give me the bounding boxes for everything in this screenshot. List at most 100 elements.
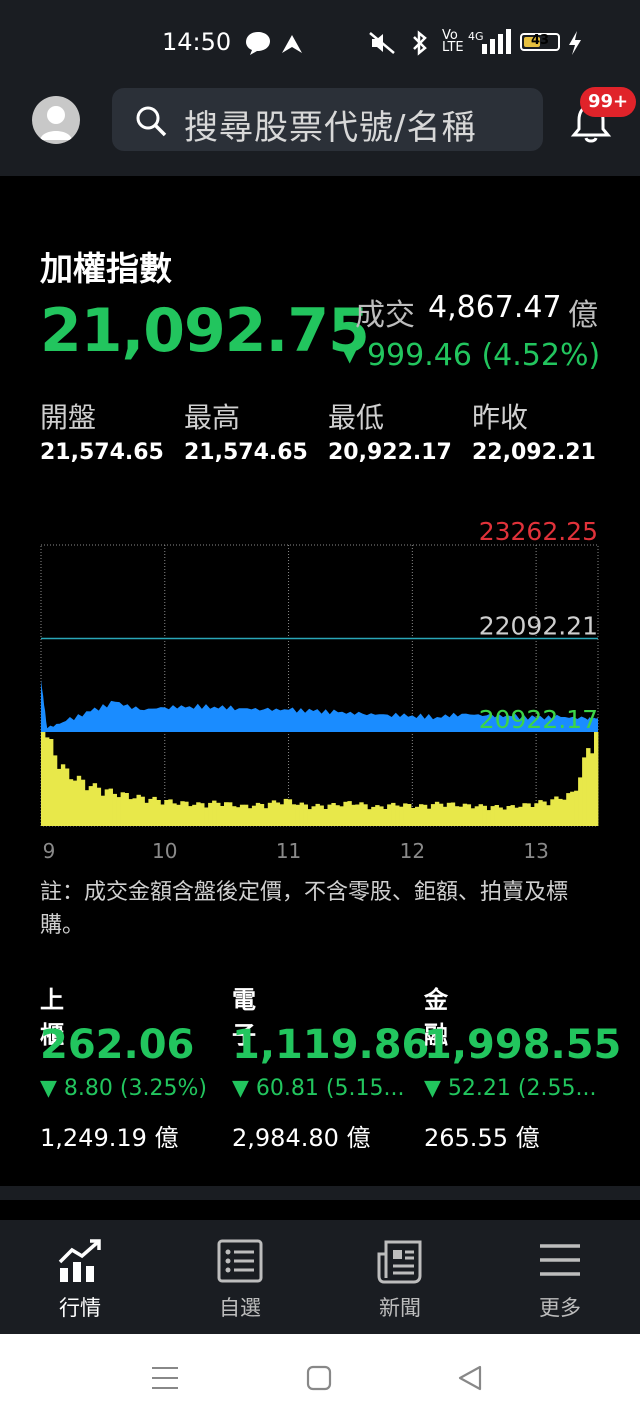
- bluetooth-icon: [413, 30, 427, 56]
- volume-bar: [347, 801, 352, 826]
- volume-note: 註：成交金額含盤後定價，不含零股、鉅額、拍賣及標購。: [40, 880, 569, 938]
- price-label-low: 20922.17: [479, 705, 598, 734]
- volume-bar: [514, 807, 519, 826]
- back-icon[interactable]: [456, 1364, 484, 1392]
- prev-close-label: 昨收: [472, 401, 529, 434]
- volume-bar: [255, 802, 261, 826]
- volume-bar: [462, 803, 468, 826]
- volume-bar: [486, 810, 491, 826]
- volume-bar: [68, 779, 74, 826]
- volume-bar: [395, 805, 400, 826]
- volume-bar: [299, 802, 304, 826]
- volume-bar: [554, 796, 559, 826]
- volume-bar: [108, 788, 113, 826]
- price-label-ref: 22092.21: [479, 612, 598, 641]
- nav-label: 行情: [59, 1296, 101, 1320]
- volume-bar: [56, 768, 62, 826]
- volume-bar: [267, 802, 273, 826]
- chat-bubble-icon: [246, 32, 270, 55]
- volume-bar: [76, 775, 82, 826]
- volume-bar: [502, 809, 507, 826]
- list-icon: [217, 1239, 263, 1283]
- sub-index-amount: 265.55 億: [424, 1124, 540, 1152]
- volume-bar: [243, 804, 249, 826]
- volume-bar: [204, 807, 209, 826]
- chart-icon: [58, 1239, 101, 1282]
- volume-bar: [259, 804, 265, 826]
- volume-bar: [438, 803, 444, 826]
- volume-bar: [291, 804, 296, 826]
- status-bar: 14:50 Vo LTE 4G 43: [0, 0, 640, 80]
- volume-bar: [168, 799, 173, 826]
- intraday-chart[interactable]: 23262.25 22092.21 20922.17 9 10 11 12 13: [0, 510, 640, 870]
- nav-tab-more[interactable]: 更多: [480, 1220, 640, 1334]
- volume-bar: [49, 739, 54, 826]
- nav-label: 更多: [539, 1296, 581, 1320]
- volume-bar: [148, 798, 153, 826]
- volume-bar: [538, 800, 543, 826]
- volume-bar: [212, 800, 217, 826]
- search-input[interactable]: 搜尋股票代號/名稱: [112, 88, 543, 151]
- volume-bar: [470, 808, 476, 826]
- volume-bar: [558, 798, 563, 826]
- volume-bar: [196, 802, 201, 826]
- volume-bar: [343, 801, 348, 826]
- volume-bar: [542, 801, 547, 826]
- app-header: 搜尋股票代號/名稱 99+: [0, 80, 640, 176]
- volume-bar: [239, 804, 245, 826]
- signal-icon: 4G: [468, 29, 511, 54]
- home-icon[interactable]: [305, 1364, 333, 1392]
- charging-icon: [569, 31, 581, 55]
- search-placeholder: 搜尋股票代號/名稱: [184, 108, 477, 148]
- nav-tab-market[interactable]: 行情: [0, 1220, 160, 1334]
- volume-bar: [319, 805, 324, 826]
- volume-bar: [399, 806, 404, 826]
- volume-bar: [96, 787, 102, 826]
- volume-bar: [383, 809, 388, 826]
- volume-bar: [235, 807, 241, 826]
- volume-bar: [506, 806, 511, 826]
- nav-tab-news[interactable]: 新聞: [320, 1220, 480, 1334]
- menu-icon: [540, 1244, 580, 1276]
- bottom-nav: 行情 自選 新聞 更多: [0, 1220, 640, 1334]
- volume-bar: [419, 804, 424, 826]
- volume-bar: [375, 805, 380, 826]
- volume-bar: [220, 806, 225, 826]
- volume-bar: [120, 792, 125, 826]
- volume-bar: [566, 793, 571, 826]
- index-change: ▼ 999.46 (4.52%): [342, 338, 600, 373]
- volume-bar: [522, 803, 527, 826]
- mute-icon: [369, 32, 395, 54]
- x-tick-label: 10: [152, 839, 177, 863]
- notification-badge: 99+: [580, 87, 637, 117]
- volume-bar: [454, 806, 460, 826]
- volume-bar: [116, 797, 121, 826]
- volume-bar: [578, 777, 583, 826]
- volume-bar: [466, 804, 472, 826]
- volume-bar: [192, 804, 197, 826]
- recent-apps-icon[interactable]: [150, 1364, 180, 1392]
- volume-bar: [403, 803, 408, 826]
- volume-bar: [490, 806, 495, 826]
- x-tick-label: 9: [43, 839, 56, 863]
- avatar[interactable]: [32, 96, 80, 144]
- volume-bar: [411, 808, 416, 826]
- volume-bar: [208, 802, 213, 826]
- open-label: 開盤: [40, 401, 97, 434]
- x-tick-label: 11: [276, 839, 301, 863]
- volume-bar: [586, 748, 591, 826]
- status-time: 14:50: [162, 28, 232, 56]
- volume-bar: [251, 805, 257, 826]
- prev-close-value: 22,092.21: [472, 440, 596, 465]
- volume-bar: [355, 804, 360, 826]
- volume-bar: [546, 805, 551, 826]
- volume-bar: [450, 802, 456, 826]
- low-value: 20,922.17: [328, 440, 452, 465]
- volume-bar: [247, 808, 253, 826]
- volume-bar: [45, 737, 50, 826]
- volume-bar: [498, 807, 503, 826]
- volume-bar: [478, 804, 483, 826]
- user-icon: [40, 106, 72, 140]
- volume-bar: [144, 802, 149, 826]
- nav-tab-watchlist[interactable]: 自選: [160, 1220, 320, 1334]
